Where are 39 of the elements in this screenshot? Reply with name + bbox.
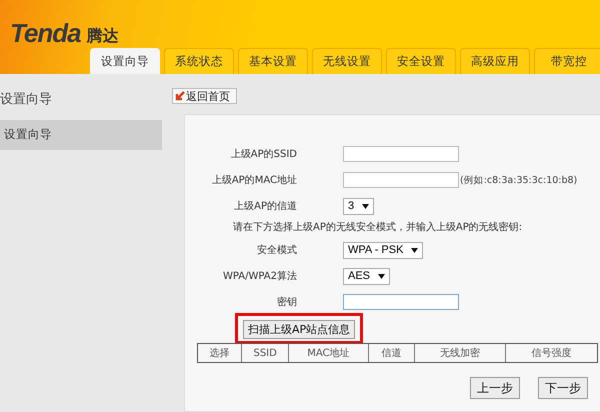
field-label: 密钥 bbox=[276, 296, 297, 309]
logo-chinese: 腾达 bbox=[86, 26, 119, 46]
column-header: 信道 bbox=[368, 344, 414, 362]
dropdown-arrow-icon bbox=[378, 274, 386, 278]
dropdown-arrow-icon bbox=[362, 204, 370, 208]
field-label: 上级AP的信道 bbox=[233, 200, 297, 213]
column-header: 信号强度 bbox=[505, 344, 597, 362]
nav-tab[interactable]: 高级应用 bbox=[460, 48, 530, 74]
back-home-button[interactable]: 返回首页 bbox=[172, 88, 237, 104]
text-field[interactable] bbox=[343, 172, 459, 188]
nav-tab[interactable]: 系统状态 bbox=[164, 48, 234, 74]
nav-tab[interactable]: 带宽控 bbox=[534, 48, 600, 74]
column-header: SSID bbox=[241, 344, 288, 362]
nav-tab[interactable]: 基本设置 bbox=[238, 48, 308, 74]
dropdown[interactable]: AES bbox=[343, 268, 390, 284]
sidebar-item[interactable]: 设置向导 bbox=[0, 120, 162, 150]
dropdown[interactable]: WPA - PSK bbox=[343, 242, 424, 258]
field-label: 上级AP的SSID bbox=[230, 148, 297, 161]
step-button[interactable]: 下一步 bbox=[538, 377, 588, 399]
column-header: 无线加密 bbox=[414, 344, 506, 362]
column-header: MAC地址 bbox=[288, 344, 368, 362]
instruction-text: 请在下方选择上级AP的无线安全模式，并输入上级AP的无线密钥: bbox=[232, 220, 524, 235]
scan-button[interactable]: 扫描上级AP站点信息 bbox=[243, 320, 356, 338]
column-header: 选择 bbox=[208, 346, 231, 361]
nav-tab[interactable]: 设置向导 bbox=[90, 48, 160, 74]
text-field[interactable] bbox=[343, 146, 459, 162]
sidebar-title: 设置向导 bbox=[0, 91, 53, 109]
example-hint: (例如:c8:3a:35:3c:10:b8) bbox=[460, 174, 578, 186]
back-arrow-icon bbox=[175, 91, 185, 101]
text-field[interactable] bbox=[343, 294, 459, 310]
field-label: 安全模式 bbox=[256, 244, 297, 257]
field-label: WPA/WPA2算法 bbox=[222, 270, 297, 283]
dropdown[interactable]: 3 bbox=[343, 198, 374, 214]
nav-tab[interactable]: 安全设置 bbox=[386, 48, 456, 74]
step-button[interactable]: 上一步 bbox=[470, 377, 520, 399]
dropdown-arrow-icon bbox=[411, 248, 418, 252]
field-label: 上级AP的MAC地址 bbox=[210, 174, 297, 187]
nav-tab[interactable]: 无线设置 bbox=[312, 48, 382, 74]
tenda-logo: Tenda bbox=[10, 20, 81, 46]
